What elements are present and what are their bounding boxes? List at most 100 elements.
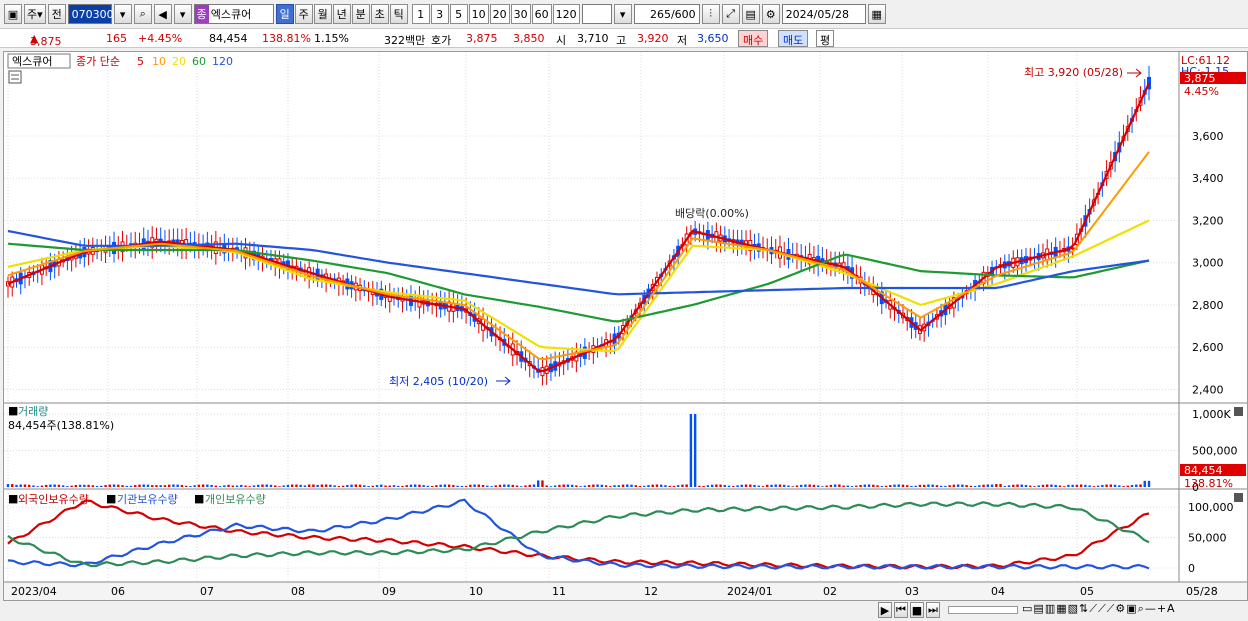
quote-bid: 3,850 [513, 32, 545, 45]
volume-bar [44, 484, 48, 487]
volume-bar [401, 485, 404, 487]
tool-icon[interactable]: ▥ [1045, 602, 1055, 616]
sell-button[interactable]: 매도 [778, 30, 809, 47]
tool-icon[interactable]: ⟋ [1089, 602, 1097, 616]
panel-close-icon[interactable] [1234, 493, 1243, 502]
period-tab[interactable]: 주 [294, 4, 313, 24]
minus-icon[interactable]: — [1145, 602, 1156, 616]
play-icon[interactable]: ▶ [878, 602, 892, 618]
buy-button[interactable]: 매수 [738, 30, 769, 47]
volume-bar [117, 484, 120, 487]
interval-tab[interactable]: 10 [468, 4, 489, 24]
plus-icon[interactable]: + [1157, 602, 1166, 616]
interval-tab[interactable]: 20 [489, 4, 510, 24]
quote-change: 165 [106, 32, 127, 45]
ma-period-60[interactable]: 60 [192, 55, 206, 68]
gear-icon[interactable]: ⚙ [761, 4, 780, 24]
volume-bar [1113, 484, 1117, 487]
volume-bar [655, 484, 659, 487]
prev-button[interactable]: 전 [47, 4, 66, 24]
volume-bar [647, 485, 650, 487]
legend-foreign[interactable]: 외국인보유수량 [18, 493, 89, 506]
volume-bar [910, 485, 913, 487]
interval-custom-input[interactable] [581, 4, 612, 24]
volume-bar [935, 485, 939, 487]
volume-bar [1130, 484, 1134, 487]
tool-icon[interactable]: ⇅ [1079, 602, 1088, 616]
search-icon[interactable]: ⌕ [133, 4, 152, 24]
tool-icon[interactable]: ⟋ [1107, 602, 1115, 616]
period-tab[interactable]: 월 [313, 4, 332, 24]
window-icon[interactable]: ▣ [4, 4, 22, 24]
volume-bar [965, 485, 968, 487]
legend-individual[interactable]: 개인보유수량 [205, 493, 266, 506]
period-tab[interactable]: 일 [275, 4, 294, 24]
save-icon[interactable]: ▤ [741, 4, 760, 24]
tool-icon[interactable]: ▣ [1126, 602, 1136, 616]
panel-close-icon[interactable] [1234, 407, 1243, 416]
interval-tab[interactable]: 1 [411, 4, 430, 24]
volume-bar [922, 484, 926, 487]
volume-bar [32, 485, 35, 487]
interval-tab[interactable]: 120 [552, 4, 580, 24]
volume-bar [206, 484, 209, 487]
stock-name-field[interactable]: 종 엑스큐어 [193, 4, 274, 24]
volume-bar [812, 484, 816, 487]
draw-tool-icon[interactable]: ⤢ [721, 4, 740, 24]
volume-bar [507, 484, 510, 487]
volume-title[interactable]: 거래량 [18, 405, 48, 418]
interval-tab[interactable]: 60 [531, 4, 552, 24]
candle-icon[interactable]: ⫶ [701, 4, 720, 24]
volume-bar [638, 485, 642, 487]
period-tab[interactable]: 초 [370, 4, 389, 24]
dropdown-icon[interactable]: ▾ [113, 4, 132, 24]
volume-bar [537, 480, 540, 487]
period-tab[interactable]: 분 [351, 4, 370, 24]
volume-bar [749, 484, 752, 487]
tool-icon[interactable]: ▤ [1033, 602, 1043, 616]
count-input[interactable]: 265/600 [633, 4, 700, 24]
chevron-down-icon[interactable]: ▾ [173, 4, 192, 24]
ma-period-5[interactable]: 5 [137, 55, 144, 68]
calendar-icon[interactable]: ▦ [867, 4, 886, 24]
current-rate: 4.45% [1184, 85, 1219, 98]
volume-bar [660, 484, 663, 487]
zoom-slider[interactable] [948, 606, 1018, 614]
magnify-icon[interactable]: ⌕ [1138, 602, 1144, 616]
code-input[interactable]: 070300 [67, 4, 114, 24]
volume-bar [558, 484, 561, 487]
market-select[interactable]: 주 ▾ [24, 4, 46, 24]
volume-bar [435, 485, 438, 487]
legend-institution[interactable]: 기관보유수량 [117, 493, 178, 506]
price-value: 3,875 [30, 35, 62, 48]
ma-period-10[interactable]: 10 [152, 55, 166, 68]
forward-icon[interactable]: ⏭ [926, 602, 940, 618]
chart-area[interactable]: 3,600 3,400 3,200 3,000 2,800 2,600 2,400 1,000… [3, 51, 1248, 601]
rewind-icon[interactable]: ⏮ [894, 602, 908, 618]
tool-icon[interactable]: ▦ [1056, 602, 1066, 616]
quote-ask: 3,875 [466, 32, 498, 45]
tool-icon[interactable]: ▭ [1022, 602, 1032, 616]
stop-icon[interactable]: ■ [910, 602, 924, 618]
chevron-down-icon[interactable]: ▾ [613, 4, 632, 24]
volume-bar [893, 484, 896, 487]
date-input[interactable]: 2024/05/28 [781, 4, 866, 24]
tool-icon[interactable]: ⟋ [1098, 602, 1106, 616]
speaker-icon[interactable]: ◀ [153, 4, 172, 24]
eval-button[interactable]: 평 [816, 30, 835, 47]
volume-bar [553, 485, 557, 487]
interval-tab[interactable]: 5 [449, 4, 468, 24]
tool-icon[interactable]: ⚙ [1115, 602, 1125, 616]
ma-period-20[interactable]: 20 [172, 55, 186, 68]
font-icon[interactable]: A [1167, 602, 1175, 616]
period-tab[interactable]: 년 [332, 4, 351, 24]
ma-period-120[interactable]: 120 [212, 55, 233, 68]
tool-icon[interactable]: ▧ [1068, 602, 1078, 616]
chart-svg[interactable]: 3,600 3,400 3,200 3,000 2,800 2,600 2,400 1,000… [4, 52, 1247, 600]
period-tab[interactable]: 틱 [389, 4, 408, 24]
interval-tab[interactable]: 3 [430, 4, 449, 24]
volume-bar [380, 484, 383, 487]
interval-tab[interactable]: 30 [510, 4, 531, 24]
indicator-table-icon[interactable] [8, 70, 22, 84]
volume-bar [833, 484, 837, 487]
